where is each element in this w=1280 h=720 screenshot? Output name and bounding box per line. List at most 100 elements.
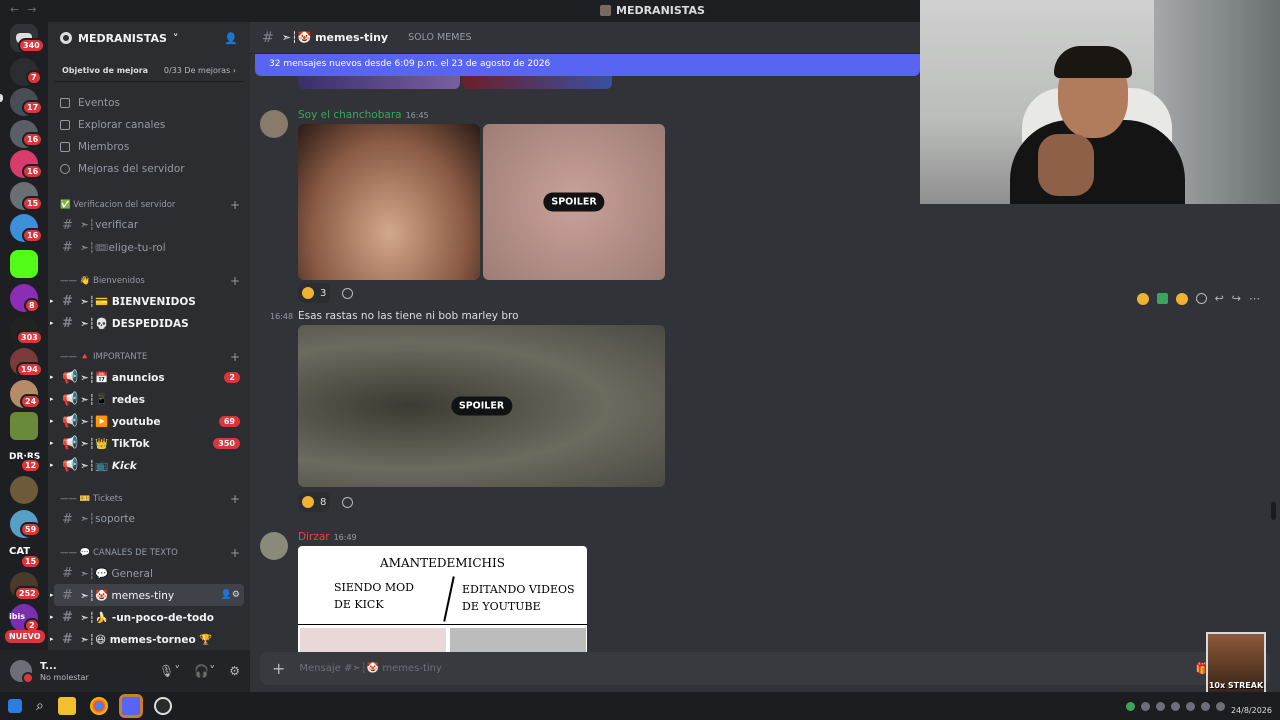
channel-item[interactable]: ▸ # ➣┆😆 memes-torneo 🏆 <box>50 628 244 650</box>
category-header[interactable]: —— 🔺 IMPORTANTE + <box>48 348 250 366</box>
channel-item[interactable]: ▸ # ➣┆💳 𝗕𝗜𝗘𝗡𝗩𝗘𝗡𝗜𝗗𝗢𝗦 <box>50 290 244 312</box>
message-image[interactable] <box>462 76 612 89</box>
headphones-icon[interactable]: 🎧˅ <box>194 664 215 678</box>
scrollbar-thumb[interactable] <box>1271 502 1276 520</box>
meme-image[interactable]: AMANTEDEMICHIS SIENDO MOD DE KICK EDITAND… <box>298 546 587 666</box>
members-menu-item[interactable]: Miembros <box>48 136 250 158</box>
channel-item[interactable]: # ➣┆🎟elige-tu-rol <box>54 236 244 258</box>
add-reaction-icon[interactable] <box>1195 293 1207 304</box>
channel-item[interactable]: # ➣┆verificar <box>54 214 244 236</box>
forward-icon[interactable]: ↪ <box>1232 292 1241 305</box>
unread-arrow-icon: ▸ <box>50 613 54 621</box>
chrome-icon[interactable] <box>89 697 108 715</box>
channel-item[interactable]: # ➣┆soporte <box>54 508 244 530</box>
mention-badge: 69 <box>218 415 240 427</box>
channel-item[interactable]: ▸ 📢 ➣┆📺 𝙆𝙞𝙘𝙠 <box>50 454 244 476</box>
volume-icon[interactable] <box>1200 701 1210 711</box>
server-badge: 303 <box>16 330 43 345</box>
message-timestamp: 16:48 <box>270 312 294 321</box>
plus-icon[interactable]: + <box>272 659 285 678</box>
channel-item[interactable]: ▸ 📢 ➣┆▶️ youtube 69 <box>50 410 244 432</box>
message-author[interactable]: Soy el chanchobara 16:45 <box>298 109 429 121</box>
tray-icon[interactable] <box>1185 701 1195 711</box>
search-icon[interactable]: ⌕ <box>36 698 44 714</box>
channel-item[interactable]: ▸ # ➣┆🍌 -un-poco-de-todo <box>50 606 244 628</box>
channel-item[interactable]: ▸ 📢 ➣┆📱 redes <box>50 388 244 410</box>
channel-item[interactable]: # ➣┆💬 General <box>54 562 244 584</box>
windows-start-icon[interactable] <box>8 699 22 713</box>
category-header[interactable]: ✅ Verificacion del servidor + <box>48 196 250 214</box>
announcement-icon: 📢 <box>62 435 79 451</box>
message-input[interactable]: Mensaje #➣┆🤡 memes-tiny <box>299 663 442 674</box>
channel-item[interactable]: ▸ 📢 ➣┆👑 TikTok 350 <box>50 432 244 454</box>
add-channel-icon[interactable]: + <box>230 492 240 506</box>
server-badge: 12 <box>20 458 42 473</box>
boost-goal[interactable]: Objetivo de mejora 0/33 De mejoras › <box>54 60 244 82</box>
channel-topic[interactable]: SOLO MEMES <box>408 32 471 43</box>
server-boosts-menu-item[interactable]: Mejoras del servidor <box>48 158 250 180</box>
new-messages-bar[interactable]: 32 mensajes nuevos desde 6:09 p.m. el 23… <box>255 54 920 76</box>
avatar[interactable] <box>260 110 288 138</box>
settings-gear-icon[interactable]: ⚙ <box>229 664 240 678</box>
more-icon[interactable]: ⋯ <box>1249 292 1260 305</box>
avatar[interactable] <box>10 660 34 684</box>
spoiler-image[interactable]: SPOILER <box>298 325 665 487</box>
spoiler-label: SPOILER <box>543 192 605 212</box>
add-member-icon[interactable]: 👤 <box>224 32 238 45</box>
tray-icon[interactable] <box>1155 701 1165 711</box>
message-image[interactable] <box>298 76 460 89</box>
category-header[interactable]: —— 👋 Bienvenidos + <box>48 272 250 290</box>
message-hover-toolbar: ↩ ↪ ⋯ <box>1136 292 1260 305</box>
avatar[interactable] <box>260 532 288 560</box>
tray-icon[interactable] <box>1125 701 1135 711</box>
hash-icon: # <box>62 587 73 603</box>
check-emoji-icon[interactable] <box>1156 293 1168 304</box>
microphone-icon[interactable]: 🎙˅ <box>159 664 180 678</box>
message-composer[interactable]: + Mensaje #➣┆🤡 memes-tiny 🎁 ▣ ◧ <box>260 652 1270 685</box>
add-channel-icon[interactable]: + <box>230 546 240 560</box>
unread-pill <box>0 94 3 102</box>
message-image[interactable] <box>298 124 480 280</box>
discord-icon[interactable] <box>118 694 143 718</box>
tray-icon[interactable] <box>1170 701 1180 711</box>
channel-name: ➣┆🤡 memes-tiny <box>281 31 389 44</box>
announcement-icon: 📢 <box>62 369 79 385</box>
add-reaction-button[interactable] <box>338 492 357 512</box>
browse-icon <box>60 120 70 130</box>
events-menu-item[interactable]: Eventos <box>48 92 250 114</box>
obs-icon[interactable] <box>153 697 172 715</box>
file-explorer-icon[interactable] <box>57 697 76 715</box>
category-header[interactable]: —— 💬 CANALES DE TEXTO + <box>48 544 250 562</box>
add-channel-icon[interactable]: + <box>230 350 240 364</box>
server-button[interactable] <box>10 412 38 440</box>
server-label: ibis <box>9 612 25 621</box>
category-header[interactable]: —— 🎫 Tickets + <box>48 490 250 508</box>
hash-icon: # <box>62 293 73 309</box>
server-header[interactable]: MEDRANISTAS ˅ 👤 <box>48 22 250 54</box>
add-channel-icon[interactable]: + <box>230 274 240 288</box>
channel-item-active[interactable]: ▸ # ➣┆🤡 memes-tiny 👤⚙ <box>50 584 244 606</box>
channel-item[interactable]: ▸ # ➣┆💀 𝗗𝗘𝗦𝗣𝗘𝗗𝗜𝗗𝗔𝗦 <box>50 312 244 334</box>
back-forward-icon[interactable]: ←→ <box>10 3 44 16</box>
spoiler-image[interactable]: SPOILER <box>483 124 665 280</box>
reaction-button[interactable]: 3 <box>298 283 331 303</box>
add-channel-icon[interactable]: + <box>230 198 240 212</box>
message-author[interactable]: Dirzar 16:49 <box>298 531 357 543</box>
clock[interactable]: 24/8/2026 <box>1231 696 1272 716</box>
tray-icon[interactable] <box>1140 701 1150 711</box>
streamer-hair <box>1054 46 1132 78</box>
reply-icon[interactable]: ↩ <box>1215 292 1224 305</box>
rofl-emoji-icon[interactable] <box>1136 292 1149 305</box>
hash-icon: # <box>62 239 73 255</box>
reaction-button[interactable]: 8 <box>298 492 331 512</box>
server-button[interactable] <box>10 476 38 504</box>
clap-emoji-icon[interactable] <box>1175 292 1188 305</box>
user-status: No molestar <box>40 672 89 682</box>
add-reaction-button[interactable] <box>338 283 357 303</box>
webcam-overlay <box>920 0 1280 204</box>
channel-settings-icon[interactable]: 👤⚙ <box>221 590 240 600</box>
browse-channels-menu-item[interactable]: Explorar canales <box>48 114 250 136</box>
kick-server-button[interactable] <box>10 250 38 278</box>
channel-item[interactable]: ▸ 📢 ➣┆📅 anuncios 2 <box>50 366 244 388</box>
network-icon[interactable] <box>1215 701 1225 711</box>
